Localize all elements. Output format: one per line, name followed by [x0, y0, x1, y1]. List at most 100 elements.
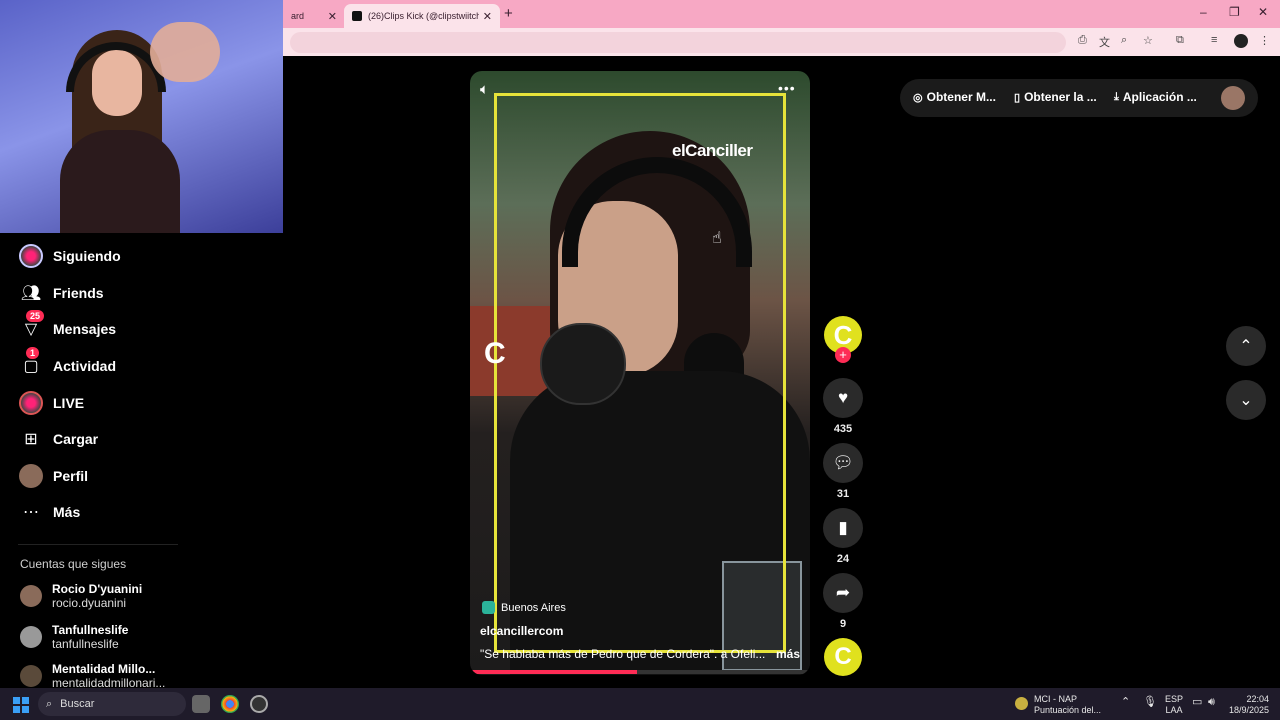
address-bar[interactable]: [290, 32, 1066, 53]
bookmark-icon: ▮: [838, 518, 848, 537]
app-icon[interactable]: [250, 695, 268, 713]
video-author-username[interactable]: elcancillercom: [480, 624, 563, 638]
new-tab-button[interactable]: +: [504, 5, 513, 22]
network-icon[interactable]: ▭: [1192, 697, 1202, 708]
sidebar-item-label: Siguiendo: [53, 248, 121, 264]
weather-icon: [1015, 697, 1028, 710]
translate-icon[interactable]: 文: [1099, 34, 1110, 50]
browser-tab-inactive[interactable]: ard ✕: [283, 4, 345, 28]
sound-disc[interactable]: C: [824, 638, 862, 676]
minimize-button[interactable]: –: [1200, 5, 1207, 19]
sidebar-item-actividad[interactable]: ▢ 1 Actividad: [18, 347, 117, 379]
sidebar-item-mas[interactable]: ⋯ Más: [18, 499, 80, 525]
next-video-button[interactable]: ⌄: [1226, 380, 1266, 420]
sidebar-item-perfil[interactable]: Perfil: [18, 463, 88, 489]
like-button[interactable]: ♥: [823, 378, 863, 418]
file-explorer-icon[interactable]: [192, 695, 210, 713]
media-controls-icon[interactable]: ≡: [1211, 34, 1217, 46]
browser-menu-icon[interactable]: ⋮: [1259, 34, 1270, 47]
phone-icon: ▯: [1014, 91, 1021, 104]
desktop-app-label: Aplicación ...: [1122, 90, 1197, 104]
user-avatar[interactable]: [1221, 86, 1245, 110]
tab-title: (26)Clips Kick (@clipstwiitch) | T: [368, 11, 479, 21]
sidebar-item-friends[interactable]: 👥︎ Friends: [18, 280, 104, 306]
more-icon: ⋯: [23, 504, 39, 521]
extensions-icon[interactable]: ⧉: [1176, 34, 1184, 47]
restore-button[interactable]: ❐: [1229, 5, 1240, 19]
sidebar-item-label: Friends: [53, 285, 104, 301]
follow-plus-icon[interactable]: +: [835, 347, 851, 363]
video-player[interactable]: elCanciller C 🔈︎ ••• Buenos Aires elcanc…: [470, 71, 810, 675]
comment-count: 31: [836, 488, 850, 500]
following-accounts-header: Cuentas que sigues: [20, 557, 127, 571]
followed-account[interactable]: Rocio D'yuanini rocio.dyuanini: [20, 582, 142, 610]
share-arrow-icon: ➦: [835, 583, 851, 602]
bookmark-star-icon[interactable]: ☆: [1143, 34, 1153, 47]
previous-video-button[interactable]: ⌃: [1226, 326, 1266, 366]
microphone-icon[interactable]: 🎙︎: [1143, 697, 1157, 708]
video-progress-bar[interactable]: [470, 670, 810, 674]
desktop-app-button[interactable]: ⤓ Aplicación ...: [1114, 90, 1197, 104]
sidebar-item-mensajes[interactable]: ▽ 25 Mensajes: [18, 310, 116, 342]
weather-widget[interactable]: MCI - NAP Puntuación del...: [1034, 694, 1101, 716]
following-avatar-icon: [18, 243, 44, 269]
comment-icon: 💬︎: [832, 453, 854, 472]
get-app-button[interactable]: ▯ Obtener la ...: [1014, 90, 1097, 104]
share-button[interactable]: ➦: [823, 573, 863, 613]
sidebar-item-label: Más: [53, 504, 81, 520]
account-avatar: [20, 585, 42, 607]
clock-date: 18/9/2025: [1229, 705, 1270, 715]
get-coins-button[interactable]: ◎ Obtener M...: [913, 90, 996, 104]
browser-tab-active[interactable]: (26)Clips Kick (@clipstwiitch) | T ✕: [344, 4, 500, 28]
account-name: Rocio D'yuanini: [52, 582, 143, 596]
download-icon: ⤓: [1114, 90, 1119, 103]
install-app-icon[interactable]: ⎙: [1078, 34, 1087, 47]
volume-tray-icon[interactable]: 🔊︎: [1208, 697, 1215, 708]
taskbar-search[interactable]: ⌕ Buscar: [38, 692, 186, 716]
webcam-overlay: [0, 0, 283, 233]
browser-profile-avatar[interactable]: [1234, 34, 1248, 48]
profile-avatar-icon: [18, 463, 44, 489]
language-top: ESP: [1165, 694, 1184, 704]
volume-icon[interactable]: 🔈︎: [480, 81, 489, 98]
language-indicator[interactable]: ESP LAA: [1165, 694, 1183, 716]
followed-account[interactable]: Tanfullneslife tanfullneslife: [20, 623, 128, 651]
windows-start-icon[interactable]: [13, 697, 29, 713]
location-pin-icon: [482, 601, 495, 614]
coin-icon: ◎: [913, 91, 923, 104]
video-location[interactable]: Buenos Aires: [482, 601, 566, 614]
video-yellow-frame: [494, 93, 786, 653]
followed-account[interactable]: Mentalidad Millo... mentalidadmillonari.…: [20, 662, 165, 690]
caption-more-button[interactable]: más: [776, 647, 800, 661]
video-more-options-icon[interactable]: •••: [778, 80, 796, 96]
comment-button[interactable]: 💬︎: [823, 443, 863, 483]
sidebar-item-label: Actividad: [53, 358, 117, 374]
windows-taskbar: ⌕ Buscar MCI - NAP Puntuación del... ⌃ 🎙…: [0, 688, 1280, 720]
tray-expand-icon[interactable]: ⌃: [1121, 697, 1130, 708]
upload-icon: ⊞: [24, 431, 38, 448]
close-tab-icon[interactable]: ✕: [328, 10, 337, 23]
tiktok-favicon-icon: [352, 11, 362, 21]
account-handle: rocio.dyuanini: [52, 596, 127, 610]
live-icon: [18, 390, 44, 416]
save-count: 24: [836, 553, 850, 565]
taskbar-search-label: Buscar: [60, 698, 95, 710]
account-handle: tanfullneslife: [52, 637, 119, 651]
messages-badge: 25: [26, 310, 45, 322]
sidebar-item-label: Cargar: [53, 431, 99, 447]
close-tab-icon[interactable]: ✕: [483, 10, 492, 23]
video-caption: "Se hablaba más de Pedro que de Cordera"…: [480, 647, 800, 661]
clock[interactable]: 22:04 18/9/2025: [1229, 694, 1269, 716]
chrome-icon[interactable]: [221, 695, 239, 713]
activity-badge: 1: [26, 347, 40, 359]
sidebar-item-live[interactable]: LIVE: [18, 390, 84, 416]
language-bottom: LAA: [1165, 705, 1183, 715]
heart-icon: ♥: [837, 388, 849, 407]
sidebar-item-siguiendo[interactable]: Siguiendo: [18, 243, 121, 269]
zoom-icon[interactable]: ⌕: [1121, 34, 1127, 47]
close-window-button[interactable]: ✕: [1258, 5, 1268, 19]
sidebar-item-cargar[interactable]: ⊞ Cargar: [18, 426, 98, 452]
account-name: Mentalidad Millo...: [52, 662, 156, 676]
messages-icon: ▽ 25: [18, 310, 45, 342]
save-button[interactable]: ▮: [823, 508, 863, 548]
